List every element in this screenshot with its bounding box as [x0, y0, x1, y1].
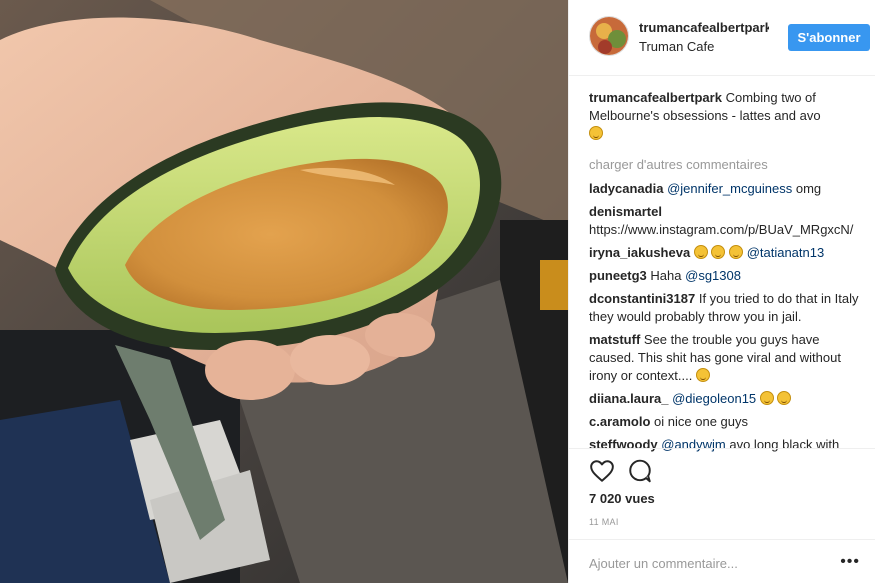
- comment-item: puneetg3 Haha @sg1308: [589, 267, 864, 285]
- confused-emoji-icon: [777, 391, 792, 405]
- comment-mention[interactable]: @sg1308: [685, 268, 741, 283]
- comment-username[interactable]: iryna_iakusheva: [589, 245, 690, 260]
- smile-emoji-icon: [695, 368, 710, 382]
- crying-laughing-emoji-icon: [729, 245, 744, 259]
- add-comment-bar: Ajouter un commentaire... •••: [569, 539, 875, 583]
- post-header: trumancafealbertpark Truman Cafe S'abonn…: [569, 0, 875, 76]
- follow-button[interactable]: S'abonner: [788, 24, 870, 51]
- comment-mention[interactable]: @diegoleon15: [672, 391, 756, 406]
- view-count[interactable]: 7 020 vues: [589, 491, 655, 506]
- post-sidebar: trumancafealbertpark Truman Cafe S'abonn…: [568, 0, 875, 583]
- comment-username[interactable]: denismartel: [589, 204, 662, 219]
- post-actions: 7 020 vues 11 MAI: [569, 448, 875, 548]
- header-location[interactable]: Truman Cafe: [639, 39, 714, 54]
- instagram-post: trumancafealbertpark Truman Cafe S'abonn…: [0, 0, 875, 583]
- comment-username[interactable]: ladycanadia: [589, 181, 663, 196]
- comment-item: dconstantini3187 If you tried to do that…: [589, 290, 864, 326]
- caption: trumancafealbertpark Combing two of Melb…: [589, 89, 864, 143]
- comment-text: omg: [792, 181, 822, 196]
- avocado-latte-image: [0, 0, 568, 583]
- comment-item: iryna_iakusheva @tatianatn13: [589, 244, 864, 262]
- crying-laughing-emoji-icon: [693, 245, 708, 259]
- comment-item: matstuff See the trouble you guys have c…: [589, 331, 864, 385]
- comment-mention[interactable]: @tatianatn13: [747, 245, 825, 260]
- comment-username[interactable]: puneetg3: [589, 268, 647, 283]
- comment-item: diiana.laura_ @diegoleon15: [589, 390, 864, 408]
- load-more-comments-link[interactable]: charger d'autres commentaires: [589, 156, 864, 174]
- comment-username[interactable]: dconstantini3187: [589, 291, 695, 306]
- avatar[interactable]: [589, 16, 629, 56]
- comment-text: https://www.instagram.com/p/BUaV_MRgxcN/: [589, 222, 854, 237]
- header-username[interactable]: trumancafealbertpark: [639, 20, 769, 35]
- caption-username[interactable]: trumancafealbertpark: [589, 90, 722, 105]
- avatar-image: [590, 17, 628, 55]
- comment-username[interactable]: diiana.laura_: [589, 391, 668, 406]
- comment-mention[interactable]: @jennifer_mcguiness: [667, 181, 792, 196]
- crying-laughing-emoji-icon: [711, 245, 726, 259]
- comment-item: ladycanadia @jennifer_mcguiness omg: [589, 180, 864, 198]
- comment-item: denismartel https://www.instagram.com/p/…: [589, 203, 864, 239]
- comment-icon[interactable]: [627, 458, 653, 484]
- comment-text: oi nice one guys: [654, 414, 748, 429]
- smile-emoji-icon: [759, 391, 774, 405]
- ellipsis-icon[interactable]: •••: [840, 553, 860, 571]
- crying-laughing-emoji-icon: [589, 126, 603, 140]
- comments-list: trumancafealbertpark Combing two of Melb…: [589, 89, 864, 459]
- comment-text: Haha: [650, 268, 686, 283]
- comment-input[interactable]: Ajouter un commentaire...: [589, 556, 738, 571]
- comment-username[interactable]: matstuff: [589, 332, 640, 347]
- post-photo[interactable]: [0, 0, 568, 583]
- comment-username[interactable]: c.aramolo: [589, 414, 650, 429]
- comment-item: c.aramolo oi nice one guys: [589, 413, 864, 431]
- post-date: 11 MAI: [589, 517, 619, 527]
- heart-icon[interactable]: [589, 458, 615, 484]
